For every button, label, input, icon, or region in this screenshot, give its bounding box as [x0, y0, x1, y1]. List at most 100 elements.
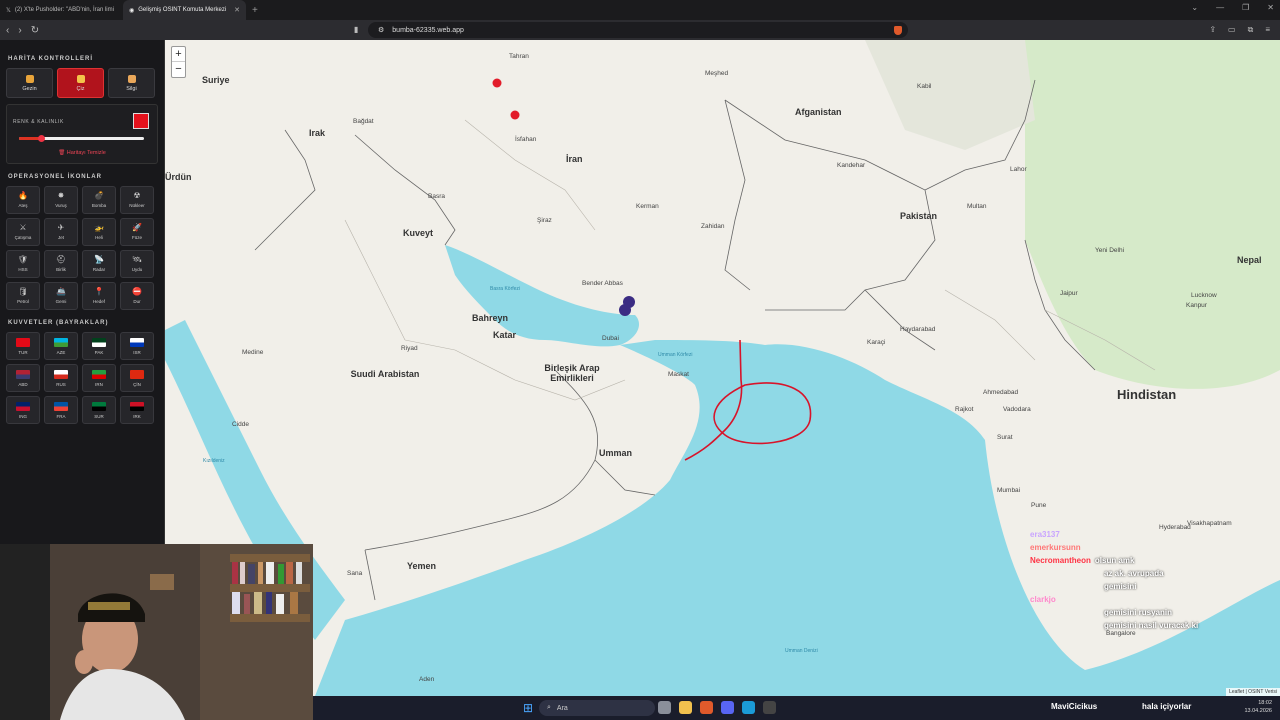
slider-knob[interactable] — [38, 135, 45, 142]
close-tab-icon[interactable]: ✕ — [234, 6, 240, 14]
color-width-title: RENK & KALINLIK — [13, 119, 64, 125]
chat-message: clarkjo — [1030, 593, 1280, 606]
marker-blue-2 — [619, 304, 631, 316]
op-icon-8[interactable]: 🛡 HSS — [6, 250, 40, 278]
map-controls: Gezin Çiz Silgi — [6, 68, 158, 98]
bookmark-icon[interactable]: ▮ — [354, 25, 358, 34]
pencil-icon — [76, 74, 85, 83]
zoom-in-button[interactable]: + — [172, 47, 185, 62]
address-bar-row: ‹ › ↻ ▮ ⚙ bumba-62335.web.app ⇪ ▭ ⧉ ≡ — [0, 20, 1280, 40]
label-kanpur: Kanpur — [1186, 302, 1207, 309]
chat-username: era3137 — [1030, 530, 1060, 539]
forward-icon[interactable]: › — [18, 25, 21, 36]
windows-start-icon[interactable]: ⊞ — [523, 701, 533, 715]
minimize-icon[interactable]: — — [1216, 3, 1224, 12]
brave-shield-icon[interactable] — [894, 25, 902, 35]
label-pakistan: Pakistan — [900, 211, 938, 221]
op-icon-10[interactable]: 📡 Radar — [82, 250, 116, 278]
zoom-out-button[interactable]: − — [172, 62, 185, 77]
label-yeni-delhi: Yeni Delhi — [1095, 247, 1125, 254]
steam-icon[interactable] — [742, 701, 755, 714]
op-icon-13[interactable]: 🚢 Gemi — [44, 282, 78, 310]
sidebar-icon[interactable]: ▭ — [1228, 25, 1236, 35]
draw-button[interactable]: Çiz — [57, 68, 104, 98]
color-picker[interactable] — [133, 113, 149, 129]
site-info-icon[interactable]: ⚙ — [378, 26, 384, 34]
op-icon-11[interactable]: 🛰 Uydu — [120, 250, 154, 278]
menu-icon[interactable]: ≡ — [1265, 25, 1270, 35]
clear-map-button[interactable]: 🗑 Haritayı Temizle — [7, 150, 157, 156]
force-label: SUR — [94, 413, 104, 419]
label-isfahan: İsfahan — [515, 136, 537, 143]
op-icon-7[interactable]: 🚀 Füze — [120, 218, 154, 246]
pan-button[interactable]: Gezin — [6, 68, 53, 98]
force-label: PAK — [94, 349, 104, 355]
brave-icon[interactable] — [700, 701, 713, 714]
label-kuveyt: Kuveyt — [403, 228, 434, 238]
tab-search-icon[interactable]: ⌄ — [1191, 3, 1198, 12]
force-flag-6[interactable]: IRN — [82, 364, 116, 392]
label-basra: Basra — [428, 193, 445, 200]
extensions-icon[interactable]: ⧉ — [1248, 25, 1254, 35]
force-flag-10[interactable]: SUR — [82, 396, 116, 424]
tab-pusholder[interactable]: 𝕏 (2) X'te Pusholder: "ABD'nin, İran lim… — [0, 0, 123, 20]
force-flag-5[interactable]: RUS — [44, 364, 78, 392]
obs-icon[interactable] — [763, 701, 776, 714]
op-icon-label: Çatışma — [14, 235, 32, 240]
force-flag-1[interactable]: AZE — [44, 332, 78, 360]
op-icon-12[interactable]: 🛢 Petrol — [6, 282, 40, 310]
new-tab-icon[interactable]: + — [252, 5, 258, 16]
tab-osint[interactable]: ◉ Gelişmiş OSINT Komuta Merkezi ✕ — [123, 0, 246, 20]
taskbar-search[interactable]: ⌕ Ara — [539, 700, 655, 716]
chat-message: gemisini — [1100, 580, 1280, 593]
op-icon-15[interactable]: ⛔ Dur — [120, 282, 154, 310]
force-flag-11[interactable]: IRK — [120, 396, 154, 424]
discord-icon[interactable] — [721, 701, 734, 714]
op-icon-4[interactable]: ⚔ Çatışma — [6, 218, 40, 246]
flag-icon — [130, 337, 144, 347]
label-rajkot: Rajkot — [955, 406, 974, 413]
label-iran: İran — [566, 154, 583, 164]
force-flag-8[interactable]: ING — [6, 396, 40, 424]
tab-title: (2) X'te Pusholder: "ABD'nin, İran limi — [14, 7, 114, 13]
share-icon[interactable]: ⇪ — [1209, 25, 1216, 35]
force-flag-9[interactable]: FRA — [44, 396, 78, 424]
op-icon-5[interactable]: ✈ Jet — [44, 218, 78, 246]
op-icon-14[interactable]: 📍 Hedef — [82, 282, 116, 310]
flag-icon — [130, 401, 144, 411]
op-icon-6[interactable]: 🚁 Heli — [82, 218, 116, 246]
reload-icon[interactable]: ↻ — [31, 25, 39, 36]
eraser-button[interactable]: Silgi — [108, 68, 155, 98]
system-clock[interactable]: 18:02 13.04.2026 — [1244, 699, 1272, 715]
back-icon[interactable]: ‹ — [6, 25, 9, 36]
chat-message: az ak. avrupada — [1100, 567, 1280, 580]
force-flag-3[interactable]: ISR — [120, 332, 154, 360]
close-window-icon[interactable]: ✕ — [1267, 3, 1274, 12]
label-lahor: Lahor — [1010, 166, 1027, 173]
url-field[interactable]: ⚙ bumba-62335.web.app — [368, 22, 908, 38]
op-icon-9[interactable]: ⛑ Birlik — [44, 250, 78, 278]
label-haydarabad: Haydarabad — [900, 326, 936, 333]
op-icon-1[interactable]: ✸ Vuruş — [44, 186, 78, 214]
op-glyph-icon: 🚀 — [132, 223, 142, 232]
persian-gulf — [445, 245, 640, 347]
explorer-icon[interactable] — [679, 701, 692, 714]
force-flag-0[interactable]: TUR — [6, 332, 40, 360]
force-flag-4[interactable]: ABD — [6, 364, 40, 392]
op-icon-0[interactable]: 🔥 Ateş — [6, 186, 40, 214]
draw-label: Çiz — [76, 85, 85, 92]
op-icon-2[interactable]: 💣 Bomba — [82, 186, 116, 214]
maximize-icon[interactable]: ❐ — [1242, 3, 1249, 12]
pan-label: Gezin — [22, 85, 37, 92]
op-icon-label: Ateş — [18, 203, 28, 208]
label-umman-korfezi: Umman Körfezi — [658, 352, 693, 358]
op-icon-3[interactable]: ☢ Nükleer — [120, 186, 154, 214]
force-flag-7[interactable]: ÇİN — [120, 364, 154, 392]
width-slider[interactable] — [19, 135, 144, 142]
task-view-icon[interactable] — [658, 701, 671, 714]
force-flag-2[interactable]: PAK — [82, 332, 116, 360]
label-multan: Multan — [967, 203, 987, 210]
map-attribution[interactable]: Leaflet | OSINT Verisi — [1226, 688, 1280, 696]
op-icon-label: Heli — [95, 235, 103, 240]
zoom-controls: + − — [171, 46, 186, 78]
